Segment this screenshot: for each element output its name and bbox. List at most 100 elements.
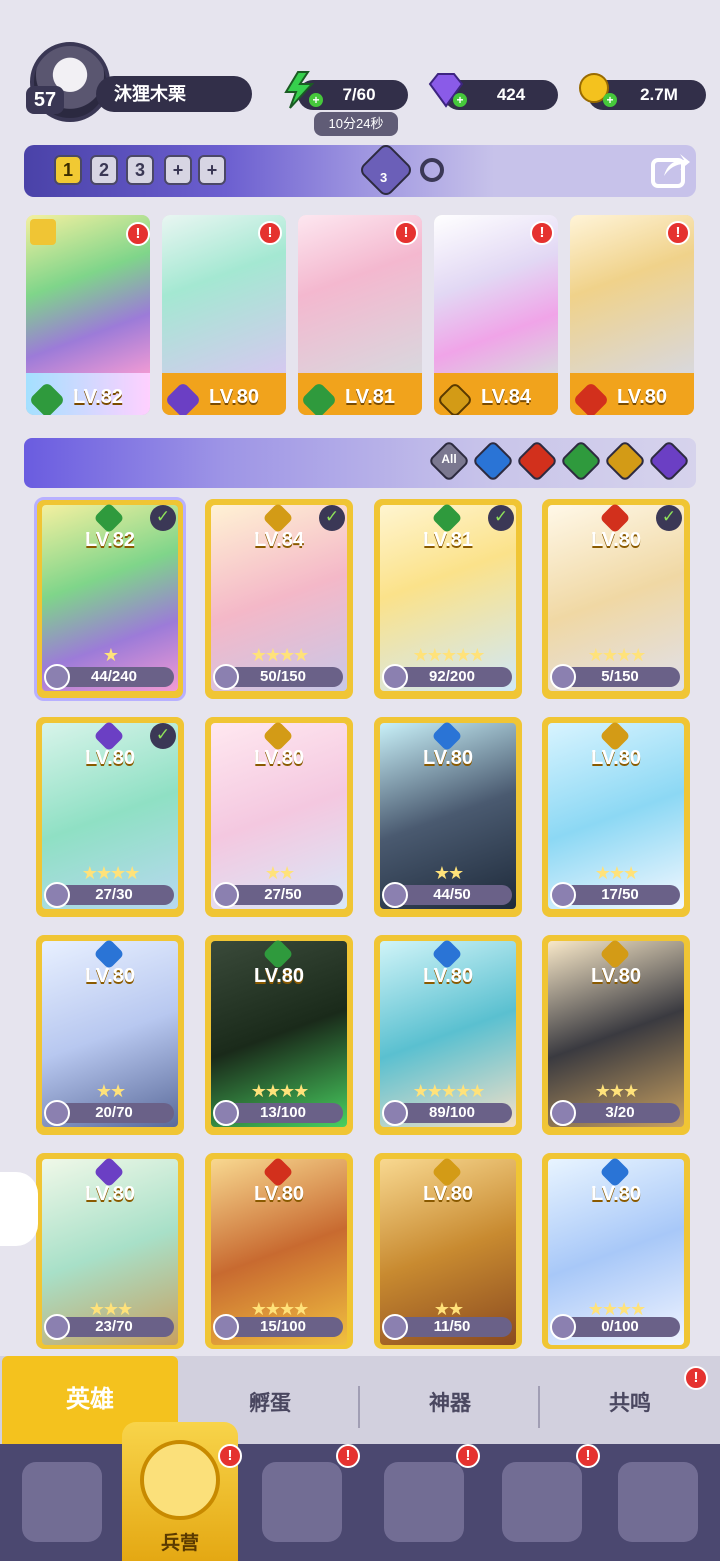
team-hero-level: LV.80 [616,386,668,408]
share-icon[interactable] [650,150,692,190]
nav-tower-icon[interactable] [502,1462,582,1542]
player-level-badge: 57 [26,86,64,114]
hero-card[interactable]: LV.80 ★★★★ 5/150 ✓ [542,499,690,699]
hero-card[interactable]: LV.80 ★★★★ 15/100 [205,1153,353,1349]
nav-castle-icon[interactable] [384,1462,464,1542]
gold-plus-icon[interactable]: + [574,70,618,110]
hero-card[interactable]: LV.84 ★★★★ 50/150 ✓ [205,499,353,699]
fragment-count: 92/200 [429,668,475,685]
hero-card[interactable]: LV.80 ★★★★ 0/100 [542,1153,690,1349]
tab-artifact[interactable]: 神器 [360,1364,540,1444]
alert-badge: ! [218,1444,242,1468]
hero-stars: ★★ [433,863,464,883]
team-hero-card-5[interactable]: LV.80 ! [570,215,694,415]
fragment-count: 27/30 [95,886,133,903]
check-icon: ✓ [656,505,682,531]
hero-stars: ★ [102,645,119,665]
svg-text:+: + [456,93,463,107]
hero-level: LV.81 [422,529,474,551]
team-slot-add-1[interactable]: + [164,155,192,185]
team-hero-level: LV.84 [480,386,532,408]
fragment-count: 0/100 [601,1318,639,1335]
hero-card[interactable]: LV.81 ★★★★★ 92/200 ✓ [374,499,522,699]
hero-stars: ★★★★ [587,645,647,665]
search-icon[interactable] [420,158,444,182]
alert-badge: ! [530,221,554,245]
alert-badge: ! [126,222,150,246]
hero-card[interactable]: LV.80 ★★ 20/70 [36,935,184,1135]
svg-text:+: + [312,93,319,107]
hero-stars: ★★★★ [81,863,141,883]
fragment-count: 5/150 [601,668,639,685]
nav-guild-icon[interactable] [618,1462,698,1542]
fragment-count: 3/20 [605,1104,635,1121]
hero-level: LV.80 [253,747,305,769]
hero-stars: ★★★ [594,1081,639,1101]
team-slot-add-2[interactable]: + [198,155,226,185]
hero-card[interactable]: LV.80 ★★★★★ 89/100 [374,935,522,1135]
hero-card[interactable]: LV.80 ★★ 44/50 [374,717,522,917]
team-hero-level: LV.80 [208,386,260,408]
check-icon: ✓ [150,505,176,531]
hero-stars: ★★★★★ [412,645,486,665]
hero-card[interactable]: LV.80 ★★★ 17/50 [542,717,690,917]
hero-card[interactable]: LV.82 ★ 44/240 ✓ [34,497,186,701]
hero-level: LV.80 [590,965,642,987]
player-name: 沐狸木栗 [96,76,252,112]
alert-badge: ! [336,1444,360,1468]
fragment-count: 15/100 [260,1318,306,1335]
alert-badge: ! [258,221,282,245]
hero-level: LV.80 [422,965,474,987]
team-hero-card-1[interactable]: LV.82 [26,215,150,415]
hero-card[interactable]: LV.80 ★★ 27/50 [205,717,353,917]
check-icon: ✓ [150,723,176,749]
check-icon: ✓ [319,505,345,531]
hero-level: LV.80 [422,1183,474,1205]
energy-timer: 10分24秒 [314,112,398,136]
hero-card[interactable]: LV.80 ★★★★ 27/30 ✓ [36,717,184,917]
gem-plus-icon[interactable]: + [424,70,468,110]
hero-level: LV.80 [84,1183,136,1205]
fragment-count: 89/100 [429,1104,475,1121]
hero-card[interactable]: LV.80 ★★★ 3/20 [542,935,690,1135]
svg-text:+: + [606,93,613,107]
hero-stars: ★★★★ [250,1081,310,1101]
hero-level: LV.80 [590,1183,642,1205]
hero-level: LV.80 [253,965,305,987]
hero-card[interactable]: LV.80 ★★★★ 13/100 [205,935,353,1135]
hero-level: LV.80 [84,965,136,987]
team-hero-level: LV.81 [344,386,396,408]
hero-stars: ★★★★★ [412,1081,486,1101]
nav-cards-icon[interactable] [22,1462,102,1542]
fragment-count: 23/70 [95,1318,133,1335]
alert-badge: ! [684,1366,708,1390]
hero-level: LV.84 [253,529,305,551]
team-slot-3[interactable]: 3 [126,155,154,185]
team-hero-level: LV.82 [72,386,124,408]
team-hero-card-3[interactable]: LV.81 ! [298,215,422,415]
fragment-count: 44/240 [91,668,137,685]
nav-map-icon[interactable] [262,1462,342,1542]
barracks-icon [140,1440,220,1520]
hero-level: LV.80 [422,747,474,769]
nav-barracks-label: 兵营 [160,1533,199,1554]
fragment-count: 17/50 [601,886,639,903]
hero-level: LV.80 [253,1183,305,1205]
alert-badge: ! [576,1444,600,1468]
floating-avatar-button[interactable] [0,1172,38,1246]
bottom-nav [0,1444,720,1561]
team-slot-1[interactable]: 1 [54,155,82,185]
alert-badge: ! [394,221,418,245]
energy-plus-icon[interactable]: + [280,70,324,110]
hero-card[interactable]: LV.80 ★★★ 23/70 [36,1153,184,1349]
alert-badge: ! [666,221,690,245]
fragment-count: 13/100 [260,1104,306,1121]
team-slot-2[interactable]: 2 [90,155,118,185]
hero-card[interactable]: LV.80 ★★ 11/50 [374,1153,522,1349]
team-hero-card-4[interactable]: LV.84 ! [434,215,558,415]
rank-badge-icon [30,219,56,245]
fragment-count: 20/70 [95,1104,133,1121]
hero-stars: ★★★★ [250,645,310,665]
team-hero-card-2[interactable]: LV.80 ! [162,215,286,415]
formation-gem-count: 3 [380,170,388,185]
